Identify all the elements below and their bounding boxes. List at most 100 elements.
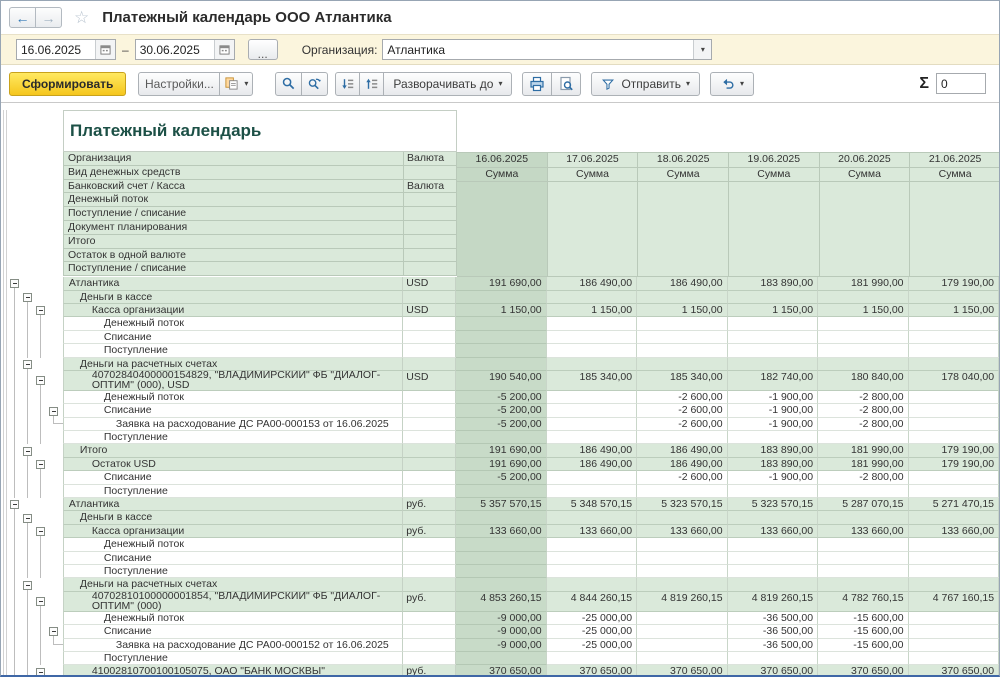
value-cell[interactable] (456, 291, 546, 304)
header-currency-cell[interactable]: Валюта (403, 152, 457, 166)
back-button[interactable]: ← (9, 7, 36, 28)
value-cell[interactable]: 370 650,00 (909, 665, 999, 677)
value-cell[interactable] (637, 639, 727, 652)
row-label-cell[interactable]: Списание (63, 331, 402, 344)
value-cell[interactable]: 5 348 570,15 (547, 498, 637, 511)
value-cell[interactable]: 133 660,00 (456, 525, 546, 538)
value-cell[interactable]: 370 650,00 (637, 665, 727, 677)
value-cell[interactable] (909, 578, 999, 591)
row-currency-cell[interactable] (402, 344, 456, 357)
print-preview-button[interactable] (551, 72, 581, 96)
value-cell[interactable] (728, 565, 818, 578)
value-cell[interactable]: 186 490,00 (637, 277, 727, 290)
value-cell[interactable]: 190 540,00 (456, 371, 546, 391)
row-label-cell[interactable]: Поступление (63, 565, 402, 578)
expand-to-button[interactable]: Разворачивать до ▾ (383, 72, 512, 96)
header-currency-cell[interactable] (403, 207, 457, 221)
value-cell[interactable]: -2 600,00 (637, 418, 727, 431)
sum-column-header[interactable]: Сумма (457, 168, 548, 182)
value-cell[interactable]: 185 340,00 (637, 371, 727, 391)
value-cell[interactable] (547, 652, 637, 665)
value-cell[interactable]: 1 150,00 (818, 304, 908, 317)
row-currency-cell[interactable]: руб. (402, 592, 456, 612)
value-cell[interactable] (637, 625, 727, 638)
row-label-cell[interactable]: 41002810700100105075, ОАО "БАНК МОСКВЫ" (63, 665, 402, 677)
row-label-cell[interactable]: Деньги на расчетных счетах (63, 578, 402, 591)
value-cell[interactable] (637, 511, 727, 524)
collapse-toggle[interactable] (10, 500, 19, 509)
value-cell[interactable]: 186 490,00 (637, 444, 727, 457)
row-currency-cell[interactable]: руб. (402, 525, 456, 538)
value-cell[interactable] (547, 404, 637, 417)
value-cell[interactable]: -15 600,00 (818, 639, 908, 652)
header-label-cell[interactable]: Денежный поток (63, 193, 403, 207)
row-currency-cell[interactable] (402, 291, 456, 304)
value-cell[interactable] (456, 344, 546, 357)
row-currency-cell[interactable] (402, 358, 456, 371)
header-label-cell[interactable]: Итого (63, 235, 403, 249)
row-currency-cell[interactable] (402, 485, 456, 498)
value-cell[interactable] (909, 511, 999, 524)
row-label-cell[interactable]: Денежный поток (63, 391, 402, 404)
value-cell[interactable]: 4 819 260,15 (728, 592, 818, 612)
value-cell[interactable] (637, 578, 727, 591)
value-cell[interactable] (547, 358, 637, 371)
value-cell[interactable]: 185 340,00 (547, 371, 637, 391)
value-cell[interactable] (637, 344, 727, 357)
value-cell[interactable] (728, 485, 818, 498)
value-cell[interactable] (818, 431, 908, 444)
value-cell[interactable] (728, 317, 818, 330)
value-cell[interactable] (909, 625, 999, 638)
header-currency-cell[interactable] (403, 193, 457, 207)
collapse-toggle[interactable] (36, 460, 45, 469)
value-cell[interactable] (818, 291, 908, 304)
value-cell[interactable]: -2 800,00 (818, 418, 908, 431)
value-cell[interactable]: -2 800,00 (818, 391, 908, 404)
value-cell[interactable] (456, 552, 546, 565)
value-cell[interactable] (456, 431, 546, 444)
value-cell[interactable] (637, 565, 727, 578)
value-cell[interactable]: -9 000,00 (456, 625, 546, 638)
value-cell[interactable]: -2 600,00 (637, 471, 727, 484)
value-cell[interactable]: -2 800,00 (818, 471, 908, 484)
row-label-cell[interactable]: Касса организации (63, 525, 402, 538)
date-to-input[interactable] (136, 40, 214, 59)
row-currency-cell[interactable]: руб. (402, 498, 456, 511)
value-cell[interactable]: -5 200,00 (456, 404, 546, 417)
value-cell[interactable]: 5 357 570,15 (456, 498, 546, 511)
value-cell[interactable]: -36 500,00 (728, 612, 818, 625)
collapse-toggle[interactable] (23, 360, 32, 369)
row-label-cell[interactable]: Остаток USD (63, 458, 402, 471)
value-cell[interactable]: 181 990,00 (818, 444, 908, 457)
row-currency-cell[interactable] (402, 538, 456, 551)
sum-column-header[interactable]: Сумма (729, 168, 820, 182)
value-cell[interactable] (909, 639, 999, 652)
value-cell[interactable]: -25 000,00 (547, 612, 637, 625)
value-cell[interactable] (909, 565, 999, 578)
search-next-button[interactable] (301, 72, 328, 96)
value-cell[interactable] (728, 552, 818, 565)
value-cell[interactable]: 186 490,00 (547, 277, 637, 290)
value-cell[interactable]: 370 650,00 (456, 665, 546, 677)
row-label-cell[interactable]: Атлантика (63, 277, 402, 290)
organization-dropdown-button[interactable]: ▾ (693, 40, 711, 59)
row-label-cell[interactable]: Денежный поток (63, 317, 402, 330)
date-column-header[interactable]: 16.06.2025 (457, 153, 548, 168)
value-cell[interactable]: 133 660,00 (547, 525, 637, 538)
value-cell[interactable] (909, 538, 999, 551)
header-currency-cell[interactable] (403, 235, 457, 249)
row-currency-cell[interactable] (402, 404, 456, 417)
row-currency-cell[interactable]: руб. (402, 665, 456, 677)
date-to-calendar-button[interactable] (214, 40, 234, 59)
expand-groups-button[interactable] (359, 72, 384, 96)
value-cell[interactable] (547, 317, 637, 330)
value-cell[interactable] (909, 358, 999, 371)
row-label-cell[interactable]: Заявка на расходование ДС РА00-000152 от… (63, 639, 402, 652)
value-cell[interactable]: 5 323 570,15 (637, 498, 727, 511)
value-cell[interactable]: 178 040,00 (909, 371, 999, 391)
value-cell[interactable]: 179 190,00 (909, 277, 999, 290)
row-label-cell[interactable]: Поступление (63, 344, 402, 357)
row-currency-cell[interactable] (402, 639, 456, 652)
value-cell[interactable] (728, 578, 818, 591)
value-cell[interactable]: -2 600,00 (637, 391, 727, 404)
